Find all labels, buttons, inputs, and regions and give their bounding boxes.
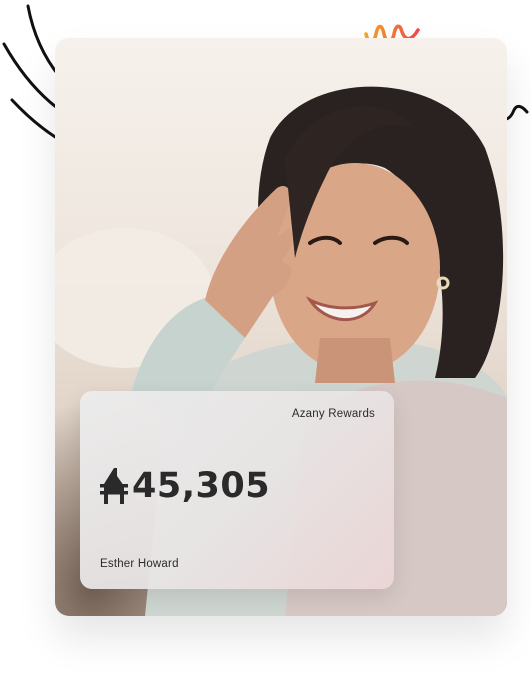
card-holder-name: Esther Howard xyxy=(100,558,179,570)
naira-sign-icon xyxy=(100,468,128,504)
card-brand: Azany Rewards xyxy=(291,408,375,420)
balance-amount: 45,305 xyxy=(132,466,271,506)
rewards-card: Azany Rewards 45,305 Esther Howard xyxy=(80,391,394,589)
balance-row: 45,305 xyxy=(100,466,270,506)
